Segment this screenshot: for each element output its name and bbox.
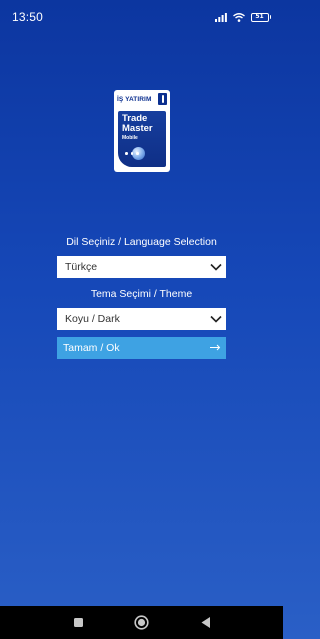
status-icons: 51 bbox=[214, 12, 271, 22]
recents-icon[interactable] bbox=[74, 618, 83, 627]
logo-title: Trade Master bbox=[122, 114, 153, 134]
logo-brand-text: İŞ YATIRIM bbox=[117, 95, 152, 103]
ok-button-label: Tamam / Ok bbox=[63, 342, 120, 354]
logo-dots bbox=[125, 152, 139, 155]
app-logo: İŞ YATIRIM Trade Master Mobile bbox=[114, 90, 170, 172]
home-icon[interactable] bbox=[134, 615, 149, 630]
status-bar: 13:50 51 bbox=[0, 0, 283, 34]
theme-select[interactable]: Koyu / Dark bbox=[57, 308, 226, 330]
brand-mark-icon bbox=[158, 93, 167, 105]
logo-brand-strip: İŞ YATIRIM bbox=[114, 90, 170, 108]
battery-level: 51 bbox=[250, 12, 269, 22]
signal-icon bbox=[214, 12, 227, 22]
theme-select-value: Koyu / Dark bbox=[65, 313, 120, 325]
logo-subtitle: Mobile bbox=[122, 135, 138, 141]
back-icon[interactable] bbox=[200, 616, 211, 629]
logo-inner: Trade Master Mobile bbox=[118, 111, 166, 167]
status-time: 13:50 bbox=[12, 10, 44, 24]
language-select-value: Türkçe bbox=[65, 261, 98, 273]
wifi-icon bbox=[232, 12, 245, 22]
logo-card: Trade Master Mobile bbox=[114, 108, 170, 172]
chevron-down-icon bbox=[210, 263, 222, 271]
battery-icon: 51 bbox=[250, 12, 271, 22]
logo-title-line2: Master bbox=[122, 123, 153, 134]
language-select[interactable]: Türkçe bbox=[57, 256, 226, 278]
navigation-bar bbox=[0, 606, 283, 639]
arrow-right-icon bbox=[210, 342, 221, 354]
chevron-down-icon bbox=[210, 315, 222, 323]
language-label: Dil Seçiniz / Language Selection bbox=[66, 236, 217, 248]
theme-label: Tema Seçimi / Theme bbox=[90, 288, 193, 300]
ok-button[interactable]: Tamam / Ok bbox=[57, 337, 226, 359]
